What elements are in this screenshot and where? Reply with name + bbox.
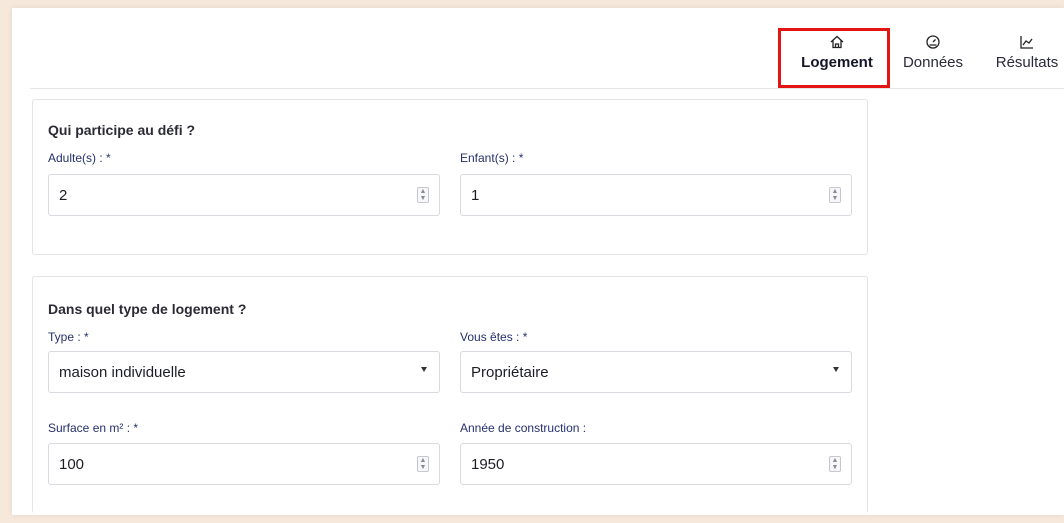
- surface-label: Surface en m² : *: [48, 421, 139, 435]
- tab-resultats[interactable]: Résultats: [990, 34, 1064, 88]
- status-value: Propriétaire: [471, 364, 549, 381]
- housing-title: Dans quel type de logement ?: [48, 301, 247, 317]
- adults-input[interactable]: 2 ▲ ▼: [48, 174, 440, 216]
- year-input[interactable]: 1950 ▲ ▼: [460, 443, 852, 485]
- type-select[interactable]: maison individuelle: [48, 351, 440, 393]
- surface-input[interactable]: 100 ▲ ▼: [48, 443, 440, 485]
- adults-stepper[interactable]: ▲ ▼: [417, 187, 429, 203]
- year-value: 1950: [471, 456, 505, 473]
- children-value: 1: [471, 187, 480, 204]
- housing-card: Dans quel type de logement ? Type : * ma…: [32, 276, 868, 513]
- year-stepper[interactable]: ▲ ▼: [829, 456, 841, 472]
- tab-resultats-label: Résultats: [995, 54, 1059, 71]
- tab-donnees[interactable]: Données: [895, 34, 971, 88]
- surface-value: 100: [59, 456, 85, 473]
- adults-label: Adulte(s) : *: [48, 151, 111, 165]
- tabs-divider: [30, 88, 1064, 89]
- children-stepper[interactable]: ▲ ▼: [829, 187, 841, 203]
- children-label: Enfant(s) : *: [460, 151, 524, 165]
- status-select[interactable]: Propriétaire: [460, 351, 852, 393]
- chart-icon: [1020, 36, 1033, 49]
- adults-value: 2: [59, 187, 68, 204]
- app-frame: Logement Données Résultats Qui participe…: [12, 8, 1064, 515]
- tab-bar: Logement Données Résultats: [12, 8, 1064, 88]
- gauge-icon: [926, 35, 940, 49]
- type-value: maison individuelle: [59, 364, 186, 381]
- participants-card: Qui participe au défi ? Adulte(s) : * 2 …: [32, 99, 868, 255]
- surface-stepper[interactable]: ▲ ▼: [417, 456, 429, 472]
- participants-title: Qui participe au défi ?: [48, 122, 196, 138]
- type-label: Type : *: [48, 330, 89, 344]
- year-label: Année de construction :: [460, 421, 587, 435]
- tab-donnees-label: Données: [902, 54, 964, 71]
- highlight-box: [778, 28, 890, 88]
- status-label: Vous êtes : *: [460, 330, 528, 344]
- status-dropdown-icon: [833, 367, 839, 372]
- children-input[interactable]: 1 ▲ ▼: [460, 174, 852, 216]
- type-dropdown-icon: [421, 367, 427, 372]
